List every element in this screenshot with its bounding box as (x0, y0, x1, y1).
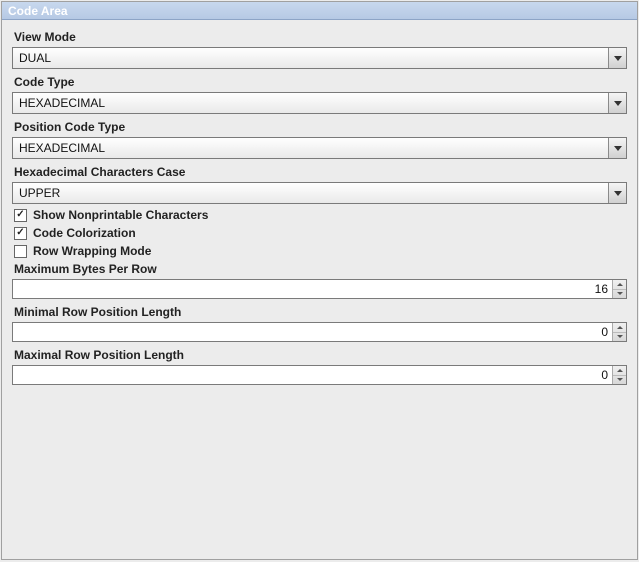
dropdown-button[interactable] (608, 138, 626, 158)
position-code-type-label: Position Code Type (14, 120, 625, 134)
spinner-up-button[interactable] (613, 366, 626, 376)
code-type-select[interactable]: HEXADECIMAL (12, 92, 627, 114)
spinner-up-button[interactable] (613, 280, 626, 290)
view-mode-value: DUAL (13, 51, 608, 65)
max-row-pos-input[interactable]: 0 (13, 366, 612, 384)
hex-case-label: Hexadecimal Characters Case (14, 165, 625, 179)
arrow-up-icon (617, 283, 623, 286)
panel-title: Code Area (2, 2, 637, 20)
dropdown-button[interactable] (608, 93, 626, 113)
hex-case-select[interactable]: UPPER (12, 182, 627, 204)
spinner-up-button[interactable] (613, 323, 626, 333)
spinner-buttons (612, 280, 626, 298)
arrow-up-icon (617, 369, 623, 372)
show-nonprintable-check[interactable]: ✓ Show Nonprintable Characters (14, 208, 625, 222)
checkbox-icon (14, 245, 27, 258)
checkbox-icon: ✓ (14, 227, 27, 240)
code-area-panel: Code Area View Mode DUAL Code Type HEXAD… (1, 1, 638, 560)
position-code-type-select[interactable]: HEXADECIMAL (12, 137, 627, 159)
max-bytes-label: Maximum Bytes Per Row (14, 262, 625, 276)
min-row-pos-input[interactable]: 0 (13, 323, 612, 341)
show-nonprintable-label: Show Nonprintable Characters (33, 208, 208, 222)
chevron-down-icon (614, 101, 622, 106)
code-type-label: Code Type (14, 75, 625, 89)
view-mode-select[interactable]: DUAL (12, 47, 627, 69)
chevron-down-icon (614, 191, 622, 196)
row-wrapping-check[interactable]: Row Wrapping Mode (14, 244, 625, 258)
max-bytes-input[interactable]: 16 (13, 280, 612, 298)
spinner-down-button[interactable] (613, 376, 626, 385)
min-row-pos-label: Minimal Row Position Length (14, 305, 625, 319)
arrow-down-icon (617, 378, 623, 381)
checkbox-icon: ✓ (14, 209, 27, 222)
view-mode-label: View Mode (14, 30, 625, 44)
code-colorization-check[interactable]: ✓ Code Colorization (14, 226, 625, 240)
arrow-down-icon (617, 335, 623, 338)
code-colorization-label: Code Colorization (33, 226, 136, 240)
spinner-down-button[interactable] (613, 333, 626, 342)
max-row-pos-label: Maximal Row Position Length (14, 348, 625, 362)
spinner-buttons (612, 323, 626, 341)
min-row-pos-spinner[interactable]: 0 (12, 322, 627, 342)
max-row-pos-spinner[interactable]: 0 (12, 365, 627, 385)
chevron-down-icon (614, 56, 622, 61)
chevron-down-icon (614, 146, 622, 151)
panel-content: View Mode DUAL Code Type HEXADECIMAL Pos… (2, 20, 637, 395)
dropdown-button[interactable] (608, 48, 626, 68)
dropdown-button[interactable] (608, 183, 626, 203)
row-wrapping-label: Row Wrapping Mode (33, 244, 151, 258)
arrow-up-icon (617, 326, 623, 329)
hex-case-value: UPPER (13, 186, 608, 200)
spinner-down-button[interactable] (613, 290, 626, 299)
arrow-down-icon (617, 292, 623, 295)
code-type-value: HEXADECIMAL (13, 96, 608, 110)
position-code-type-value: HEXADECIMAL (13, 141, 608, 155)
spinner-buttons (612, 366, 626, 384)
max-bytes-spinner[interactable]: 16 (12, 279, 627, 299)
